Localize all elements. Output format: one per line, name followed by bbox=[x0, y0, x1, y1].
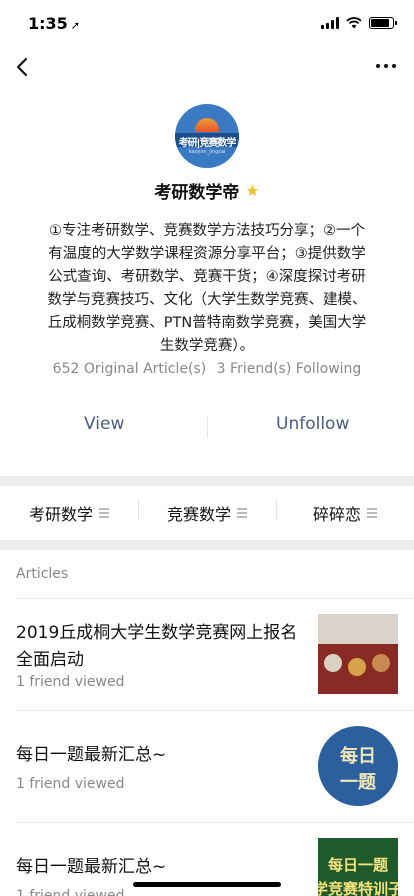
article-meta: 1 friend viewed bbox=[16, 888, 125, 896]
account-stats: 652 Original Article(s) 3 Friend(s) Foll… bbox=[0, 361, 414, 377]
thumb-text: 每日 bbox=[340, 746, 376, 767]
article-meta: 1 friend viewed bbox=[16, 674, 125, 690]
menu-item-misc[interactable]: 碎碎恋 bbox=[276, 499, 414, 525]
article-thumbnail: 每日一题 学竞赛特训子 bbox=[318, 838, 398, 896]
thumb-text: 每日一题 bbox=[327, 856, 388, 874]
home-indicator[interactable] bbox=[133, 882, 281, 887]
battery-icon bbox=[369, 17, 397, 29]
article-meta: 1 friend viewed bbox=[16, 776, 125, 792]
location-arrow-icon: ➚ bbox=[70, 19, 81, 32]
menu-list-icon bbox=[237, 508, 247, 518]
thumb-text: 一题 bbox=[340, 772, 376, 793]
articles-heading: Articles bbox=[16, 566, 69, 582]
article-thumbnail: 每日 一题 bbox=[318, 726, 398, 806]
nav-bar bbox=[0, 50, 414, 84]
menu-item-kaoyan[interactable]: 考研数学 bbox=[0, 501, 138, 525]
menu-item-label: 考研数学 bbox=[28, 505, 93, 524]
article-title: 2019丘成桐大学生数学竞赛网上报名全面启动 bbox=[16, 623, 298, 670]
account-name: 考研数学帝 bbox=[154, 183, 240, 203]
article-thumbnail bbox=[318, 614, 398, 694]
time-text: 1:35 bbox=[28, 14, 68, 33]
avatar[interactable]: 考研|竞赛数学 kaoyan_jingsai bbox=[175, 104, 239, 168]
status-bar: 1:35 ➚ bbox=[0, 0, 414, 48]
status-icons bbox=[321, 17, 397, 29]
menu-list-icon bbox=[99, 508, 109, 518]
avatar-text: 考研|竞赛数学 bbox=[178, 138, 237, 149]
article-title: 每日一题最新汇总~ bbox=[16, 745, 167, 765]
unfollow-button[interactable]: Unfollow bbox=[276, 414, 349, 434]
signal-icon bbox=[321, 17, 339, 29]
wifi-icon bbox=[346, 17, 362, 29]
action-divider bbox=[207, 416, 208, 438]
status-time: 1:35 ➚ bbox=[28, 14, 80, 33]
section-divider bbox=[0, 540, 414, 550]
account-description: ①专注考研数学、竞赛数学方法技巧分享；②一个有温度的大学数学课程资源分享平台；③… bbox=[47, 223, 367, 354]
friends-following[interactable]: 3 Friend(s) Following bbox=[217, 361, 362, 377]
menu-item-jingsai[interactable]: 竞赛数学 bbox=[138, 499, 276, 525]
menu-item-label: 碎碎恋 bbox=[312, 505, 361, 524]
articles-count: 652 Original Article(s) bbox=[52, 361, 207, 377]
ellipsis-icon[interactable] bbox=[376, 64, 396, 68]
section-divider bbox=[0, 476, 414, 486]
account-menu: 考研数学 竞赛数学 碎碎恋 bbox=[0, 486, 414, 540]
chevron-left-icon[interactable] bbox=[14, 56, 32, 78]
avatar-subtext: kaoyan_jingsai bbox=[188, 149, 226, 155]
menu-item-label: 竞赛数学 bbox=[166, 505, 231, 524]
article-item[interactable]: 每日一题最新汇总~ 1 friend viewed 每日 一题 bbox=[0, 710, 414, 822]
action-bar: View Unfollow bbox=[0, 414, 414, 444]
name-row: 考研数学帝 ★ bbox=[0, 178, 414, 203]
thumb-text: 学竞赛特训子 bbox=[318, 880, 398, 896]
star-icon: ★ bbox=[245, 181, 260, 200]
article-item[interactable]: 2019丘成桐大学生数学竞赛网上报名全面启动 1 friend viewed bbox=[0, 598, 414, 710]
article-title: 每日一题最新汇总~ bbox=[16, 857, 167, 877]
view-button[interactable]: View bbox=[84, 414, 124, 434]
menu-list-icon bbox=[367, 508, 377, 518]
